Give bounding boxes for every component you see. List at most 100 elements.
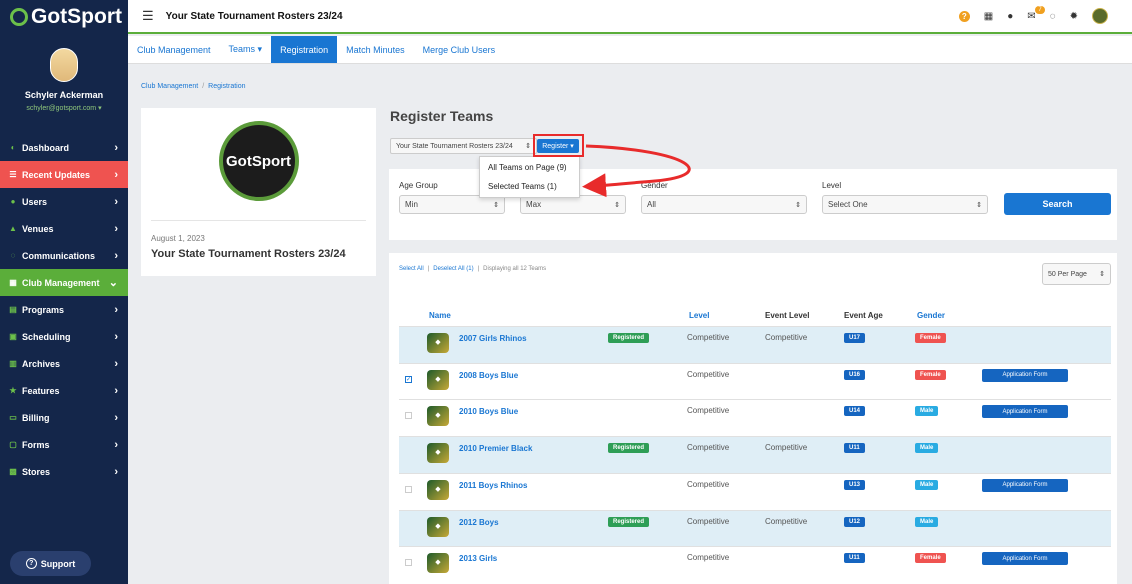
gender-badge: Male: [915, 516, 939, 527]
select-arrows-icon: ⇕: [1099, 271, 1105, 278]
application-form-button[interactable]: Application Form: [982, 368, 1068, 382]
tab-teams[interactable]: Teams ▾: [220, 36, 272, 63]
table-row: ◆ 2010 Boys Blue Competitive U14 Male Applica…: [399, 399, 1111, 436]
team-level: Competitive: [687, 333, 730, 342]
page-title: Your State Tournament Rosters 23/24: [165, 10, 343, 22]
stores-icon: ▩: [9, 467, 17, 476]
chat-icon[interactable]: ◌: [1050, 11, 1056, 22]
event-age-badge: U11: [844, 553, 865, 564]
support-button[interactable]: ? Support: [10, 551, 91, 576]
messages-icon[interactable]: ✉ 7: [1027, 5, 1045, 22]
chevron-right-icon: ›: [114, 303, 118, 316]
club-name: Your State Tournament Rosters 23/24: [151, 248, 346, 260]
gear-icon[interactable]: ✹: [1070, 11, 1078, 22]
team-name-link[interactable]: 2012 Boys: [459, 518, 499, 527]
select-all-link[interactable]: Select All: [399, 266, 424, 272]
table-row: ◆ 2012 Boys Registered Competitive Competiti…: [399, 509, 1111, 547]
avatar[interactable]: [50, 48, 78, 82]
breadcrumb-club-management[interactable]: Club Management: [141, 83, 198, 90]
breadcrumb-registration[interactable]: Registration: [208, 83, 245, 90]
sidebar-item-billing[interactable]: ▭ Billing ›: [0, 404, 128, 431]
sidebar-item-users[interactable]: ● Users ›: [0, 188, 128, 215]
tab-registration[interactable]: Registration: [271, 36, 338, 63]
team-event-level: Competitive: [765, 443, 808, 453]
user-icon[interactable]: ●: [1007, 11, 1013, 22]
chevron-right-icon: ›: [114, 438, 118, 451]
register-all-teams-option[interactable]: All Teams on Page (9): [480, 157, 579, 176]
team-event-level: Competitive: [765, 516, 808, 526]
column-header-event-level: Event Level: [765, 311, 810, 320]
chevron-right-icon: ›: [114, 357, 118, 370]
sidebar-item-club-management[interactable]: ▦ Club Management ⌄: [0, 269, 128, 296]
team-name-link[interactable]: 2013 Girls: [459, 554, 497, 563]
row-checkbox[interactable]: [405, 485, 412, 493]
club-logo: GotSport: [218, 121, 299, 201]
dashboard-icon: ◐: [10, 143, 16, 152]
register-selected-teams-option[interactable]: Selected Teams (1): [480, 176, 579, 195]
sidebar-item-features[interactable]: ★ Features ›: [0, 377, 128, 404]
sidebar-item-forms[interactable]: ▢ Forms ›: [0, 431, 128, 458]
selection-links: Select All | Deselect All (1) | Displaying a…: [399, 266, 547, 272]
help-icon[interactable]: ?: [958, 10, 970, 22]
displaying-count: all 12 Teams: [512, 266, 547, 272]
qr-code-icon[interactable]: ▦: [984, 11, 993, 22]
divider: [151, 220, 366, 221]
top-bar: ☰ Your State Tournament Rosters 23/24 ? …: [128, 0, 1132, 34]
season-select[interactable]: Your State Tournament Rosters 23/24 ⇕: [390, 138, 537, 154]
row-checkbox[interactable]: [405, 412, 412, 420]
search-button[interactable]: Search: [1004, 193, 1111, 215]
team-name-link[interactable]: 2008 Boys Blue: [459, 371, 518, 380]
row-checkbox[interactable]: ✓: [405, 375, 412, 383]
column-header-level[interactable]: Level: [689, 311, 709, 320]
sidebar-item-dashboard[interactable]: ◐ Dashboard ›: [0, 134, 128, 161]
column-header-name[interactable]: Name: [429, 311, 451, 320]
sidebar-item-archives[interactable]: ▥ Archives ›: [0, 350, 128, 377]
features-icon: ★: [9, 386, 17, 395]
sidebar-item-stores[interactable]: ▩ Stores ›: [0, 458, 128, 485]
team-event-level: Competitive: [765, 333, 808, 342]
column-header-event-age: Event Age: [844, 311, 883, 320]
chevron-right-icon: ›: [114, 411, 118, 424]
sidebar-item-programs[interactable]: ▤ Programs ›: [0, 296, 128, 323]
tab-club-management[interactable]: Club Management: [128, 36, 220, 63]
gotsport-logo-icon: [10, 8, 28, 26]
level-select[interactable]: Select One ⇕: [822, 195, 988, 214]
chevron-right-icon: ›: [114, 195, 118, 208]
application-form-button[interactable]: Application Form: [982, 405, 1068, 419]
per-page-select[interactable]: 50 Per Page ⇕: [1042, 263, 1111, 285]
registered-badge: Registered: [608, 333, 650, 343]
event-age-badge: U13: [844, 479, 866, 490]
sidebar-item-scheduling[interactable]: ▣ Scheduling ›: [0, 323, 128, 350]
team-level: Competitive: [687, 443, 730, 453]
column-header-gender[interactable]: Gender: [917, 311, 945, 320]
gender-label: Gender: [641, 181, 668, 190]
gender-select[interactable]: All ⇕: [641, 195, 807, 214]
application-form-button[interactable]: Application Form: [982, 552, 1068, 566]
event-age-badge: U16: [844, 369, 866, 380]
registered-badge: Registered: [608, 443, 650, 454]
sidebar-item-communications[interactable]: ◌ Communications ›: [0, 242, 128, 269]
application-form-button[interactable]: Application Form: [982, 478, 1068, 492]
team-level: Competitive: [687, 479, 730, 489]
hamburger-menu-icon[interactable]: ☰: [142, 8, 154, 24]
team-name-link[interactable]: 2010 Premier Black: [459, 444, 532, 453]
gender-badge: Male: [915, 406, 939, 417]
table-row: ◆ 2013 Girls Competitive U11 Female Applicati…: [399, 546, 1111, 583]
team-name-link[interactable]: 2011 Boys Rhinos: [459, 481, 527, 490]
user-email-dropdown[interactable]: schyler@gotsport.com ▾: [0, 104, 128, 112]
team-name-link[interactable]: 2007 Girls Rhinos: [459, 334, 527, 343]
deselect-all-link[interactable]: Deselect All (1): [433, 266, 473, 272]
sidebar-item-recent-updates[interactable]: ☰ Recent Updates ›: [0, 161, 128, 188]
row-checkbox[interactable]: [405, 559, 412, 567]
tab-match-minutes[interactable]: Match Minutes: [337, 36, 414, 63]
forms-icon: ▢: [9, 440, 17, 449]
tab-merge-club-users[interactable]: Merge Club Users: [414, 36, 505, 63]
event-age-badge: U14: [844, 406, 866, 417]
event-age-badge: U17: [844, 333, 866, 343]
team-crest-icon: ◆: [427, 443, 449, 464]
club-avatar[interactable]: [1092, 8, 1108, 24]
sidebar-item-venues[interactable]: ▲ Venues ›: [0, 215, 128, 242]
team-name-link[interactable]: 2010 Boys Blue: [459, 407, 518, 416]
gotsport-logo[interactable]: GotSport: [0, 0, 128, 34]
club-date: August 1, 2023: [151, 234, 205, 243]
